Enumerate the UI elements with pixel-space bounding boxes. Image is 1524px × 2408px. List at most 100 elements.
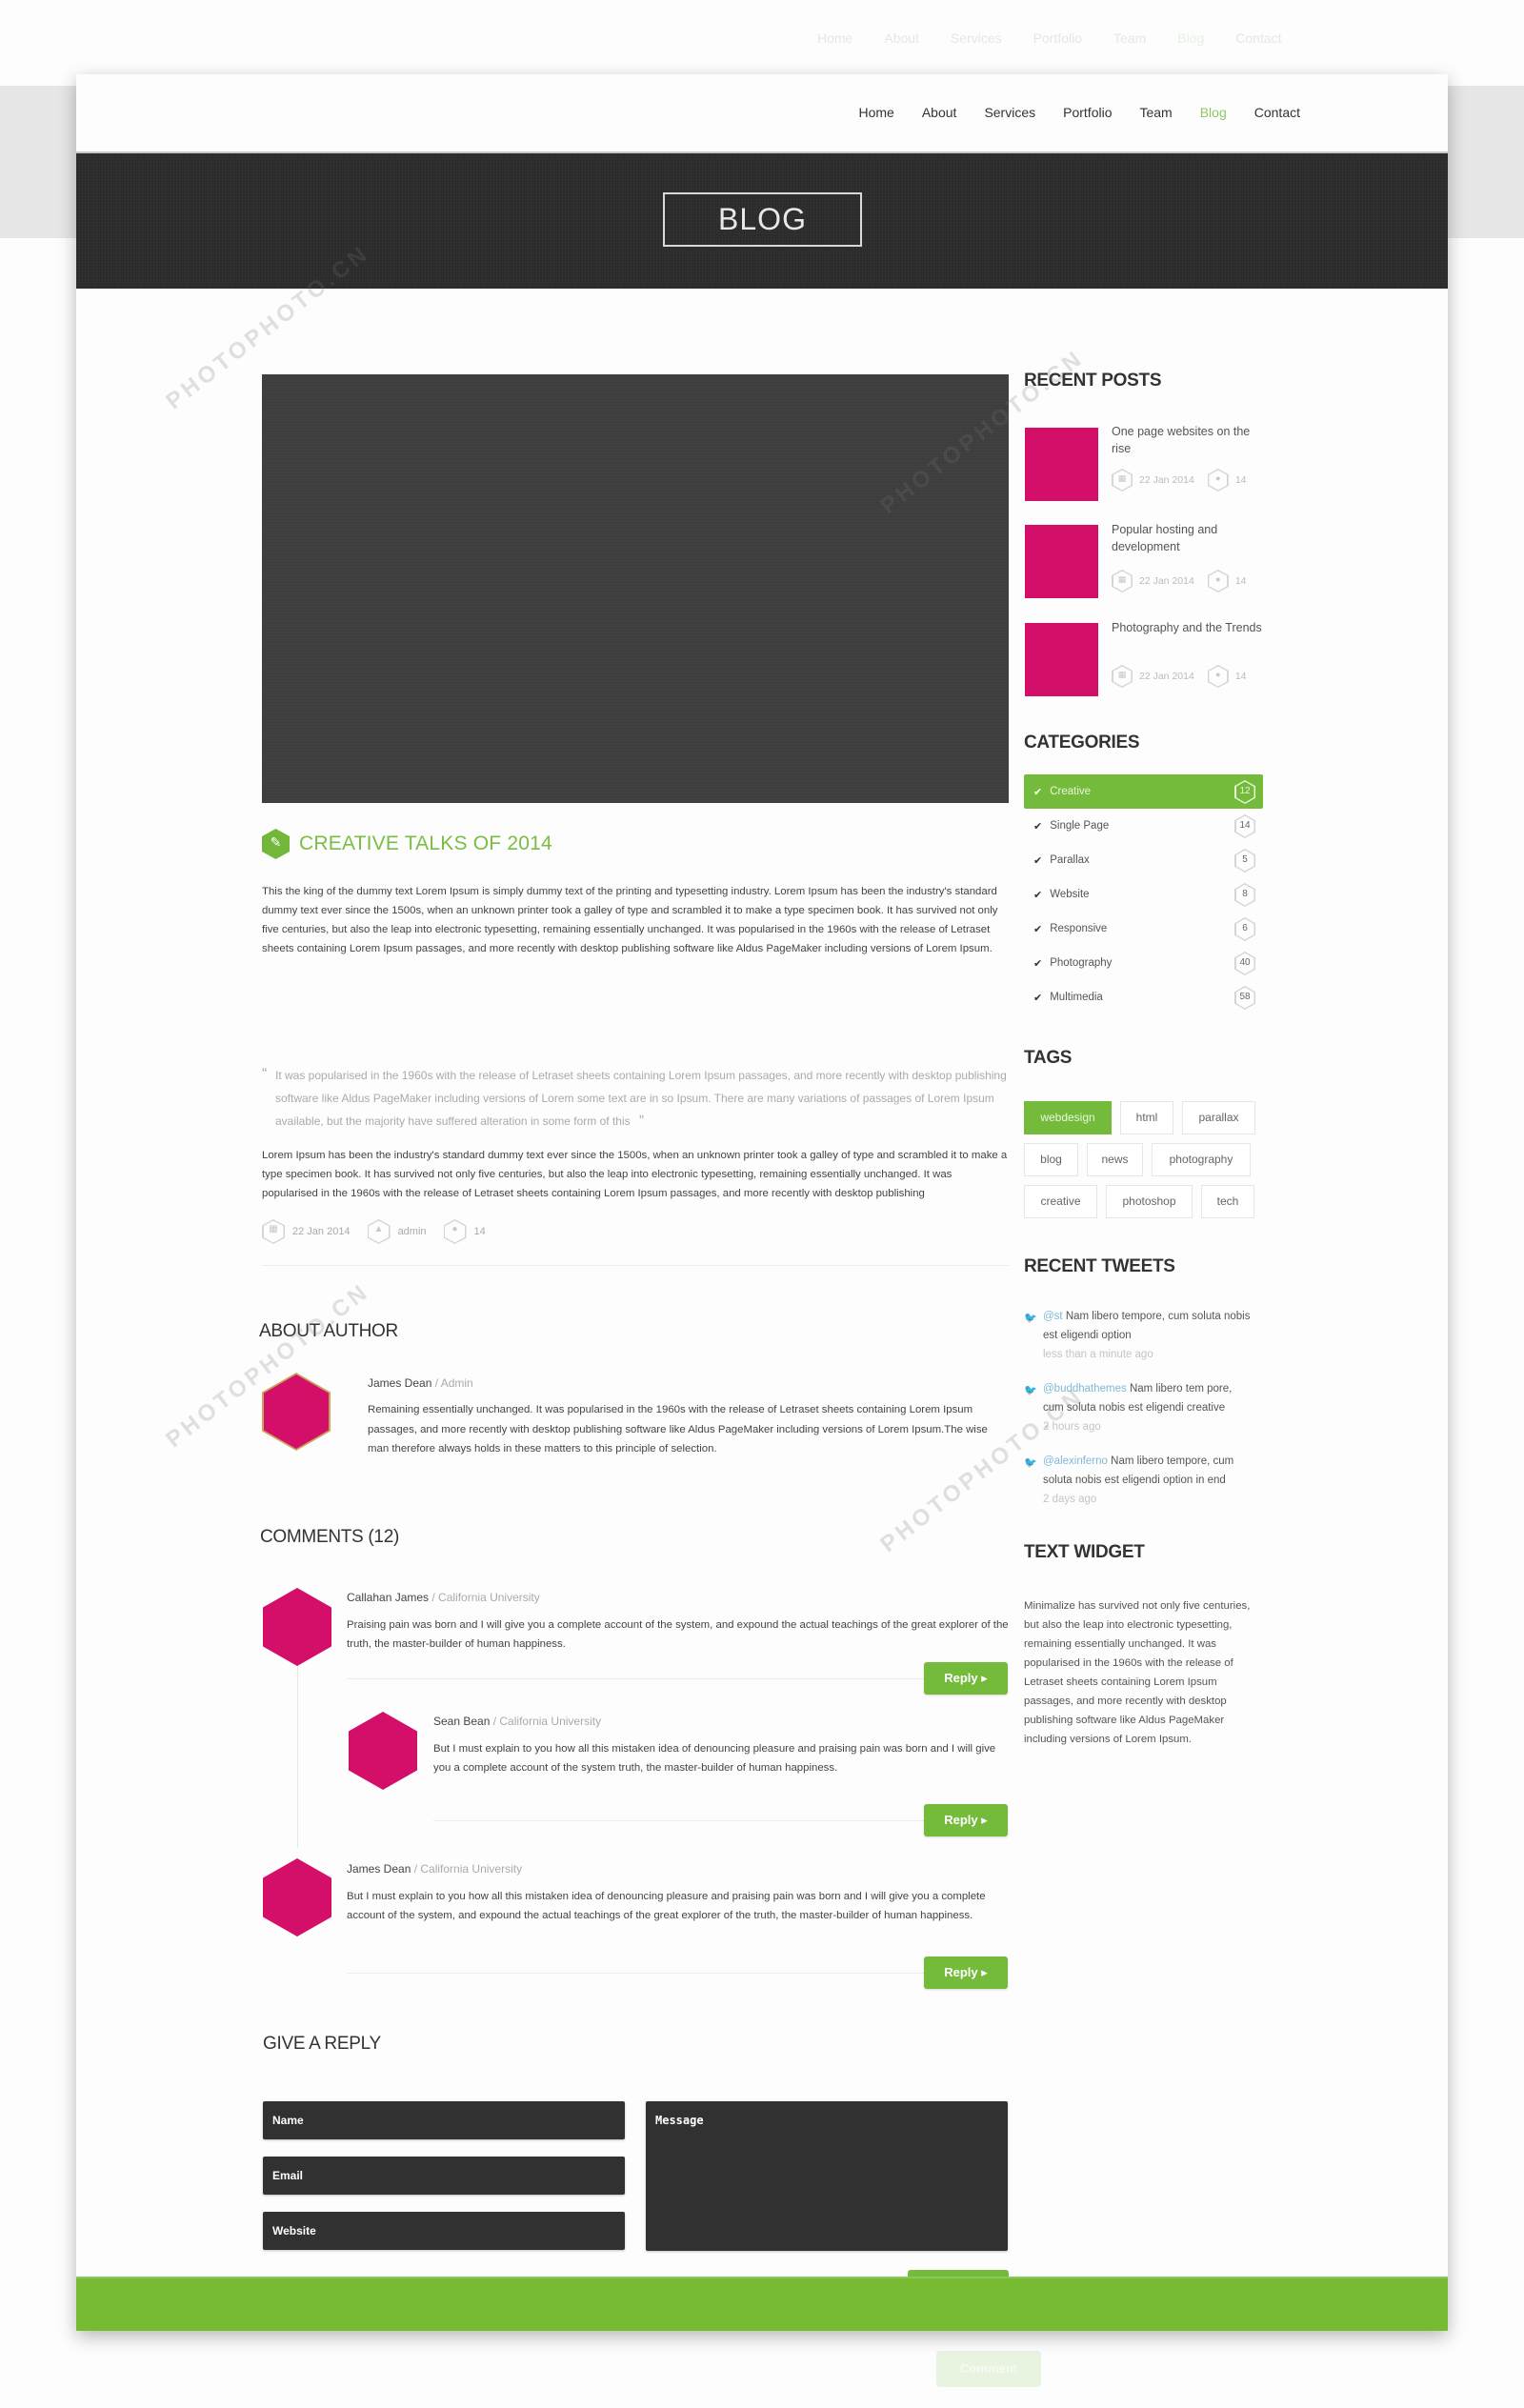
background-ghost-nav: Home About Services Portfolio Team Blog … [817,30,1313,46]
twitter-bird-icon: 🐦 [1024,1457,1037,1469]
reply-button[interactable]: Reply ▸ [924,1804,1008,1836]
text-widget-body: Minimalize has survived not only five ce… [1024,1600,1251,1745]
email-input[interactable] [263,2157,625,2195]
category-item-creative[interactable]: ✔ Creative 12 [1024,774,1263,809]
tag-blog[interactable]: blog [1024,1143,1078,1176]
nav-item-contact[interactable]: Contact [1254,105,1300,120]
tag-html[interactable]: html [1120,1101,1173,1134]
recent-post-comments: 14 [1234,474,1247,486]
recent-post-title[interactable]: Photography and the Trends [1112,619,1269,636]
tweet-handle[interactable]: @buddhathemes [1043,1383,1127,1395]
commenter-avatar [263,1588,331,1666]
nav-item-team[interactable]: Team [1139,105,1172,120]
post-meta: ▦ 22 Jan 2014 ▲ admin ● 14 [262,1219,503,1244]
categories-heading: CATEGORIES [1024,732,1140,752]
twitter-bird-icon: 🐦 [1024,1385,1037,1396]
post-comments[interactable]: ● 14 [443,1219,486,1244]
category-item-multimedia[interactable]: ✔ Multimedia 58 [1024,980,1263,1014]
post-paragraph: This the king of the dummy text Lorem Ip… [262,886,998,954]
comment-divider [433,1820,938,1821]
page-card: Home About Services Portfolio Team Blog … [76,74,1448,2331]
category-label: Website [1050,889,1090,900]
commenter-affiliation: / California University [429,1591,540,1604]
name-input[interactable] [263,2101,625,2139]
check-icon: ✔ [1033,820,1043,833]
calendar-icon: ▦ [1112,570,1133,592]
recent-post-thumbnail[interactable] [1025,623,1098,696]
tag-webdesign[interactable]: webdesign [1024,1101,1112,1134]
ghost-nav-item: Home [817,30,853,46]
post-author[interactable]: ▲ admin [367,1219,427,1244]
tweet: 🐦 @buddhathemes Nam libero tem pore, cum… [1024,1379,1253,1436]
post-date: ▦ 22 Jan 2014 [262,1219,351,1244]
tag-parallax[interactable]: parallax [1182,1101,1255,1134]
message-textarea[interactable] [646,2101,1008,2251]
tag-creative[interactable]: creative [1024,1185,1097,1218]
commenter-avatar [263,1858,331,1936]
tag-news[interactable]: news [1087,1143,1143,1176]
reply-button[interactable]: Reply ▸ [924,1956,1008,1989]
ghost-nav-item: Contact [1235,30,1282,46]
post-title: CREATIVE TALKS OF 2014 [299,833,552,854]
tag-row: blog news photography [1024,1143,1272,1176]
commenter-name-text: Callahan James [347,1591,430,1604]
category-label: Responsive [1050,923,1108,934]
recent-post-comments: 14 [1234,575,1247,587]
commenter-name: Sean Bean / California University [433,1715,601,1728]
post-comments-count: 14 [473,1226,486,1237]
category-label: Multimedia [1050,992,1103,1003]
commenter-name-text: Sean Bean [433,1715,491,1728]
recent-post-comments: 14 [1234,671,1247,682]
category-item-single-page[interactable]: ✔ Single Page 14 [1024,809,1263,843]
recent-post-title[interactable]: One page websites on the rise [1112,423,1269,457]
page-title: BLOG [663,192,862,247]
nav-item-home[interactable]: Home [858,105,893,120]
ghost-nav-item: About [884,30,919,46]
top-navigation: Home About Services Portfolio Team Blog … [76,74,1448,153]
post-blockquote: “ It was popularised in the 1960s with t… [262,1065,1009,1134]
author-role: / Admin [431,1376,473,1390]
check-icon: ✔ [1033,889,1043,901]
category-count: 5 [1242,854,1248,865]
comment-text: Praising pain was born and I will give y… [347,1619,1009,1650]
tweet: 🐦 @alexinferno Nam libero tempore, cum s… [1024,1452,1253,1509]
check-icon: ✔ [1033,854,1043,867]
category-item-responsive[interactable]: ✔ Responsive 6 [1024,912,1263,946]
website-input[interactable] [263,2212,625,2250]
tag-photoshop[interactable]: photoshop [1106,1185,1193,1218]
recent-post-thumbnail[interactable] [1025,525,1098,598]
tweet-time: 2 days ago [1043,1494,1097,1505]
nav-item-about[interactable]: About [922,105,957,120]
recent-post-thumbnail[interactable] [1025,428,1098,501]
ghost-nav-item: Portfolio [1033,30,1082,46]
post-date-text: 22 Jan 2014 [292,1226,351,1237]
tag-photography[interactable]: photography [1152,1143,1251,1176]
quote-open-icon: “ [262,1066,268,1082]
category-item-website[interactable]: ✔ Website 8 [1024,877,1263,912]
tweet-text: Nam libero tempore, cum soluta nobis est… [1043,1311,1251,1341]
author-name-text: James Dean [368,1376,432,1390]
nav-item-portfolio[interactable]: Portfolio [1063,105,1112,120]
ghost-nav-item: Team [1113,30,1147,46]
recent-post-meta: ▦ 22 Jan 2014 ● 14 [1112,570,1260,592]
nav-item-services[interactable]: Services [984,105,1035,120]
category-item-photography[interactable]: ✔ Photography 40 [1024,946,1263,980]
comment-bubble-icon: ● [443,1219,467,1244]
check-icon: ✔ [1033,957,1043,970]
category-count-badge: 40 [1234,952,1255,975]
user-icon: ▲ [367,1219,391,1244]
tweet-handle[interactable]: @st [1043,1311,1063,1322]
tweet-handle[interactable]: @alexinferno [1043,1455,1108,1467]
category-count: 58 [1239,992,1251,1002]
background-ghost-comment-button: Comment [936,2351,1041,2387]
category-count-badge: 6 [1234,917,1255,941]
recent-post-date: 22 Jan 2014 [1139,671,1194,682]
category-item-parallax[interactable]: ✔ Parallax 5 [1024,843,1263,877]
reply-button[interactable]: Reply ▸ [924,1662,1008,1695]
nav-item-blog[interactable]: Blog [1200,105,1227,120]
recent-post-title[interactable]: Popular hosting and development [1112,521,1269,555]
tag-tech[interactable]: tech [1201,1185,1254,1218]
commenter-name: Callahan James / California University [347,1591,540,1604]
check-icon: ✔ [1033,923,1043,935]
pencil-icon [262,829,290,859]
